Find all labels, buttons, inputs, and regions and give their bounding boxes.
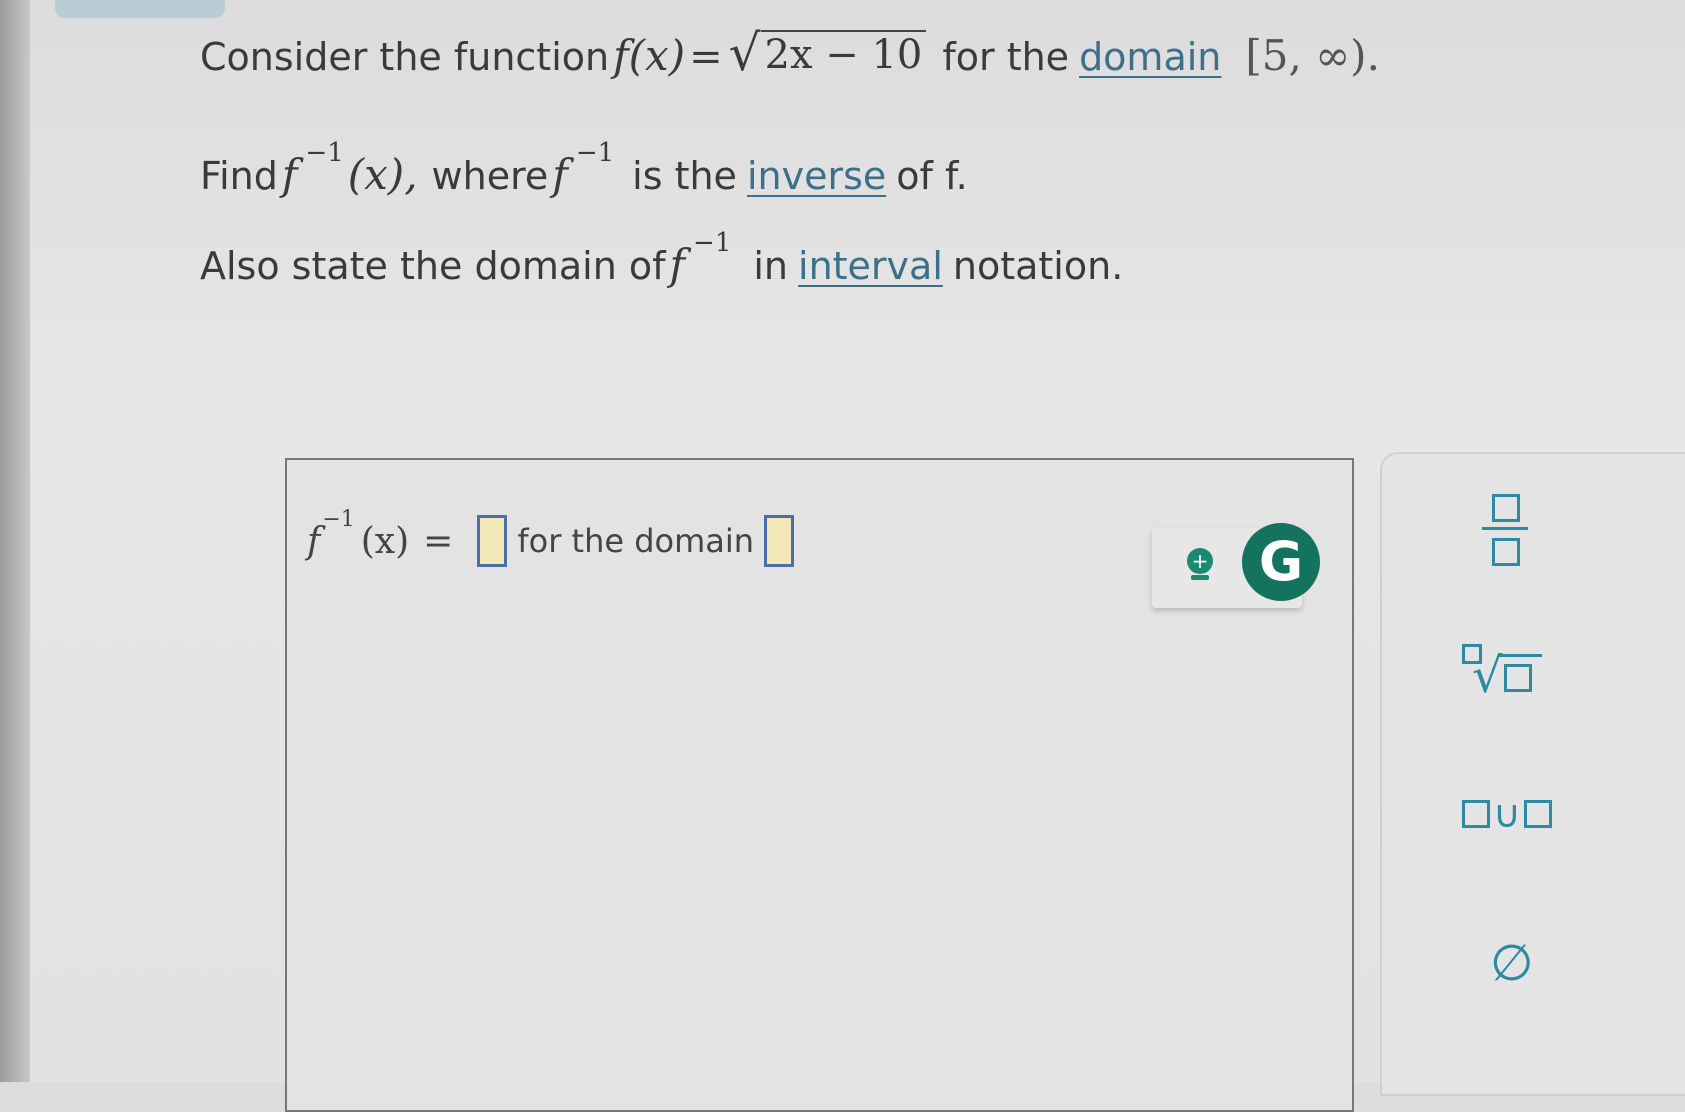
inverse-f-2: f xyxy=(552,150,568,199)
question-line-1: Consider the function f(x) = √ 2x − 10 f… xyxy=(200,28,1380,80)
question-line-2: Find f −1 (x), where f −1 is the inverse… xyxy=(200,138,968,199)
find-text: Find xyxy=(200,154,278,198)
numerator-box-icon xyxy=(1492,494,1520,522)
root-icon: √ xyxy=(1472,648,1503,704)
function-notation: f(x) xyxy=(613,31,686,80)
empty-set-button[interactable]: ∅ xyxy=(1490,934,1534,992)
grammarly-icon[interactable]: G xyxy=(1242,523,1320,601)
answer-box: f −1 (x) = for the domain + G xyxy=(285,458,1354,1112)
domain-link[interactable]: domain xyxy=(1079,35,1221,79)
question-page: Consider the function f(x) = √ 2x − 10 f… xyxy=(30,0,1685,1112)
inverse-f-3: f xyxy=(669,240,686,289)
inverse-exponent-3: −1 xyxy=(693,228,732,258)
lightbulb-base xyxy=(1191,575,1209,580)
inverse-f: f xyxy=(281,150,298,199)
given-domain: [5, ∞). xyxy=(1245,31,1380,80)
fraction-bar-icon xyxy=(1482,527,1528,530)
notation-text: notation. xyxy=(952,244,1124,288)
denominator-box-icon xyxy=(1492,538,1520,566)
for-the-domain-text: for the domain xyxy=(517,522,755,560)
fraction-button[interactable] xyxy=(1482,494,1532,574)
domain-answer-input[interactable] xyxy=(764,515,795,567)
interval-link[interactable]: interval xyxy=(798,244,943,288)
question-prefix: Consider the function xyxy=(200,35,610,79)
union-button[interactable]: ∪ xyxy=(1462,792,1552,836)
union-right-box-icon xyxy=(1523,800,1552,828)
sqrt-icon: √ xyxy=(728,24,761,82)
left-edge xyxy=(0,0,30,1082)
answer-exponent: −1 xyxy=(322,506,355,532)
for-the-text: for the xyxy=(942,35,1070,79)
question-line-3: Also state the domain of f −1 in interva… xyxy=(200,228,1124,289)
of-f-text: of f. xyxy=(896,154,968,198)
inverse-exponent-2: −1 xyxy=(575,138,615,168)
radicand-box-icon xyxy=(1504,664,1532,692)
union-icon: ∪ xyxy=(1493,792,1521,836)
square-root-expression: √ 2x − 10 xyxy=(729,28,927,78)
radicand: 2x − 10 xyxy=(760,30,927,78)
inverse-arg: (x), xyxy=(347,150,418,199)
also-state-text: Also state the domain of xyxy=(200,244,666,288)
in-text: in xyxy=(753,244,789,288)
lightbulb-icon[interactable]: + xyxy=(1187,548,1213,574)
union-left-box-icon xyxy=(1462,800,1490,828)
answer-tools: + G xyxy=(1152,523,1320,608)
where-text: where xyxy=(431,154,549,198)
answer-row: f −1 (x) = for the domain xyxy=(307,507,804,567)
math-palette: √ ∪ ∅ xyxy=(1380,452,1685,1096)
is-the-text: is the xyxy=(632,154,737,198)
answer-equals: = xyxy=(423,520,454,562)
answer-arg: (x) xyxy=(360,520,410,562)
inverse-link[interactable]: inverse xyxy=(747,154,886,198)
nth-root-button[interactable]: √ xyxy=(1462,644,1552,704)
inverse-exponent: −1 xyxy=(305,138,344,168)
root-bar-icon xyxy=(1498,654,1542,657)
equals-sign: = xyxy=(689,34,723,80)
answer-f: f xyxy=(307,520,321,562)
inverse-answer-input[interactable] xyxy=(477,515,508,567)
